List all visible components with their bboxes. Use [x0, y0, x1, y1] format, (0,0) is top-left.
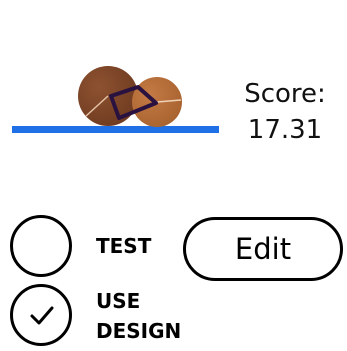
game-scene [12, 66, 219, 133]
score-value: 17.31 [247, 115, 323, 145]
test-label: TEST [96, 234, 152, 258]
use-design-radio[interactable] [10, 284, 72, 346]
edit-button[interactable]: Edit [183, 217, 343, 281]
test-radio[interactable] [10, 215, 72, 277]
edit-button-label: Edit [234, 232, 292, 266]
use-design-label: USE DESIGN [96, 289, 182, 343]
score-display: Score: 17.31 [226, 76, 344, 148]
ground-bar [12, 126, 219, 133]
score-label: Score: [244, 79, 326, 109]
check-icon [30, 306, 54, 325]
